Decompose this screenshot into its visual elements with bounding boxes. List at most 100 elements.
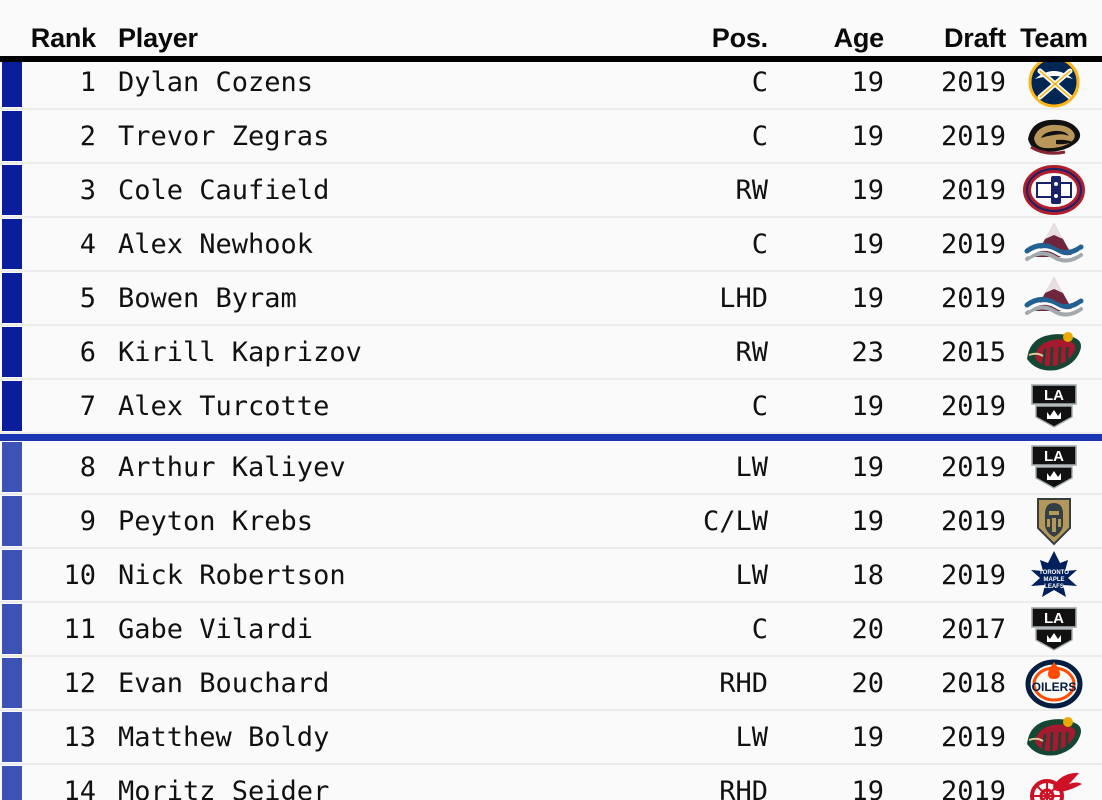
cell-draft-year: 2018 bbox=[940, 667, 1006, 699]
cell-player-name[interactable]: Gabe Vilardi bbox=[118, 616, 650, 643]
column-header-draft[interactable]: Draft bbox=[884, 25, 1006, 52]
cell-team[interactable]: LA bbox=[1006, 602, 1102, 656]
los-angeles-kings-logo-icon: LA bbox=[1023, 440, 1085, 494]
cell-player-name[interactable]: Arthur Kaliyev bbox=[118, 454, 650, 481]
cell-player-name[interactable]: Dylan Cozens bbox=[118, 69, 650, 96]
cell-player-name[interactable]: Trevor Zegras bbox=[118, 123, 650, 150]
cell-age: 20 bbox=[851, 613, 884, 645]
cell-age: 19 bbox=[851, 390, 884, 422]
cell-position: LW bbox=[735, 721, 768, 753]
los-angeles-kings-logo-icon: LA bbox=[1023, 379, 1085, 433]
table-row[interactable]: 1 Dylan Cozens C 19 2019 bbox=[0, 56, 1102, 110]
cell-player-name[interactable]: Moritz Seider bbox=[118, 778, 650, 800]
cell-position: RW bbox=[735, 174, 768, 206]
cell-rank: 2 bbox=[79, 120, 96, 152]
montreal-canadiens-logo-icon bbox=[1023, 163, 1085, 217]
cell-position: RHD bbox=[719, 667, 768, 699]
cell-draft-year: 2019 bbox=[940, 775, 1006, 800]
table-row[interactable]: 7 Alex Turcotte C 19 2019 LA bbox=[0, 380, 1102, 434]
cell-team[interactable]: OILERS bbox=[1006, 656, 1102, 710]
svg-text:LA: LA bbox=[1044, 448, 1064, 465]
detroit-red-wings-logo-icon bbox=[1023, 764, 1085, 800]
column-header-pos[interactable]: Pos. bbox=[650, 25, 768, 52]
cell-age: 19 bbox=[851, 120, 884, 152]
cell-rank: 13 bbox=[63, 721, 96, 753]
tier-accent-bar bbox=[2, 712, 22, 762]
cell-team[interactable] bbox=[1006, 494, 1102, 548]
los-angeles-kings-logo-icon: LA bbox=[1023, 602, 1085, 656]
cell-position: C/LW bbox=[702, 505, 768, 537]
cell-rank: 7 bbox=[79, 390, 96, 422]
cell-player-name[interactable]: Alex Newhook bbox=[118, 231, 650, 258]
cell-rank: 6 bbox=[79, 336, 96, 368]
table-row[interactable]: 6 Kirill Kaprizov RW 23 2015 bbox=[0, 326, 1102, 380]
cell-draft-year: 2019 bbox=[940, 174, 1006, 206]
cell-team[interactable]: TORONTO MAPLE LEAFS bbox=[1006, 548, 1102, 602]
cell-player-name[interactable]: Kirill Kaprizov bbox=[118, 339, 650, 366]
cell-age: 23 bbox=[851, 336, 884, 368]
cell-team[interactable] bbox=[1006, 109, 1102, 163]
cell-team[interactable] bbox=[1006, 55, 1102, 109]
cell-team[interactable] bbox=[1006, 217, 1102, 271]
column-header-rank[interactable]: Rank bbox=[24, 25, 96, 52]
table-row[interactable]: 10 Nick Robertson LW 18 2019 TORONTO MAPLE LEAF… bbox=[0, 549, 1102, 603]
buffalo-sabres-logo-icon bbox=[1023, 55, 1085, 109]
cell-age: 19 bbox=[851, 228, 884, 260]
cell-player-name[interactable]: Peyton Krebs bbox=[118, 508, 650, 535]
edmonton-oilers-logo-icon: OILERS bbox=[1023, 656, 1085, 710]
cell-rank: 5 bbox=[79, 282, 96, 314]
tier-accent-bar bbox=[2, 219, 22, 269]
cell-rank: 4 bbox=[79, 228, 96, 260]
table-row[interactable]: 13 Matthew Boldy LW 19 2019 bbox=[0, 711, 1102, 765]
table-row[interactable]: 4 Alex Newhook C 19 2019 bbox=[0, 218, 1102, 272]
cell-rank: 8 bbox=[79, 451, 96, 483]
cell-draft-year: 2019 bbox=[940, 721, 1006, 753]
column-header-team[interactable]: Team bbox=[1006, 25, 1102, 52]
cell-position: LW bbox=[735, 559, 768, 591]
cell-draft-year: 2019 bbox=[940, 390, 1006, 422]
cell-player-name[interactable]: Nick Robertson bbox=[118, 562, 650, 589]
cell-player-name[interactable]: Evan Bouchard bbox=[118, 670, 650, 697]
table-row[interactable]: 11 Gabe Vilardi C 20 2017 LA bbox=[0, 603, 1102, 657]
table-row[interactable]: 12 Evan Bouchard RHD 20 2018 OILERS bbox=[0, 657, 1102, 711]
table-row[interactable]: 9 Peyton Krebs C/LW 19 2019 bbox=[0, 495, 1102, 549]
minnesota-wild-logo-icon bbox=[1023, 710, 1085, 764]
cell-player-name[interactable]: Bowen Byram bbox=[118, 285, 650, 312]
cell-team[interactable] bbox=[1006, 163, 1102, 217]
cell-position: C bbox=[751, 390, 768, 422]
svg-text:LA: LA bbox=[1044, 610, 1064, 627]
cell-player-name[interactable]: Matthew Boldy bbox=[118, 724, 650, 751]
cell-age: 18 bbox=[851, 559, 884, 591]
table-row[interactable]: 2 Trevor Zegras C 19 2019 bbox=[0, 110, 1102, 164]
tier-accent-bar bbox=[2, 165, 22, 215]
cell-age: 19 bbox=[851, 775, 884, 800]
tier-accent-bar bbox=[2, 550, 22, 600]
table-row[interactable]: 14 Moritz Seider RHD 19 2019 bbox=[0, 765, 1102, 800]
cell-team[interactable] bbox=[1006, 764, 1102, 800]
table-row[interactable]: 3 Cole Caufield RW 19 2019 bbox=[0, 164, 1102, 218]
cell-draft-year: 2015 bbox=[940, 336, 1006, 368]
cell-position: C bbox=[751, 228, 768, 260]
cell-draft-year: 2019 bbox=[940, 451, 1006, 483]
cell-player-name[interactable]: Cole Caufield bbox=[118, 177, 650, 204]
table-header: Rank Player Pos. Age Draft Team bbox=[0, 0, 1102, 62]
svg-text:LEAFS: LEAFS bbox=[1044, 584, 1064, 590]
cell-team[interactable] bbox=[1006, 271, 1102, 325]
tier-accent-bar bbox=[2, 273, 22, 323]
cell-team[interactable]: LA bbox=[1006, 440, 1102, 494]
cell-team[interactable]: LA bbox=[1006, 379, 1102, 433]
cell-team[interactable] bbox=[1006, 325, 1102, 379]
svg-text:OILERS: OILERS bbox=[1032, 680, 1077, 694]
table-row[interactable]: 5 Bowen Byram LHD 19 2019 bbox=[0, 272, 1102, 326]
cell-draft-year: 2019 bbox=[940, 120, 1006, 152]
cell-team[interactable] bbox=[1006, 710, 1102, 764]
column-header-age[interactable]: Age bbox=[768, 25, 885, 52]
header-divider-rule bbox=[0, 56, 1102, 62]
table-row[interactable]: 8 Arthur Kaliyev LW 19 2019 LA bbox=[0, 441, 1102, 495]
svg-text:MAPLE: MAPLE bbox=[1044, 577, 1065, 583]
cell-player-name[interactable]: Alex Turcotte bbox=[118, 393, 650, 420]
cell-draft-year: 2019 bbox=[940, 559, 1006, 591]
cell-age: 19 bbox=[851, 451, 884, 483]
column-header-player[interactable]: Player bbox=[118, 25, 650, 52]
minnesota-wild-logo-icon bbox=[1023, 325, 1085, 379]
